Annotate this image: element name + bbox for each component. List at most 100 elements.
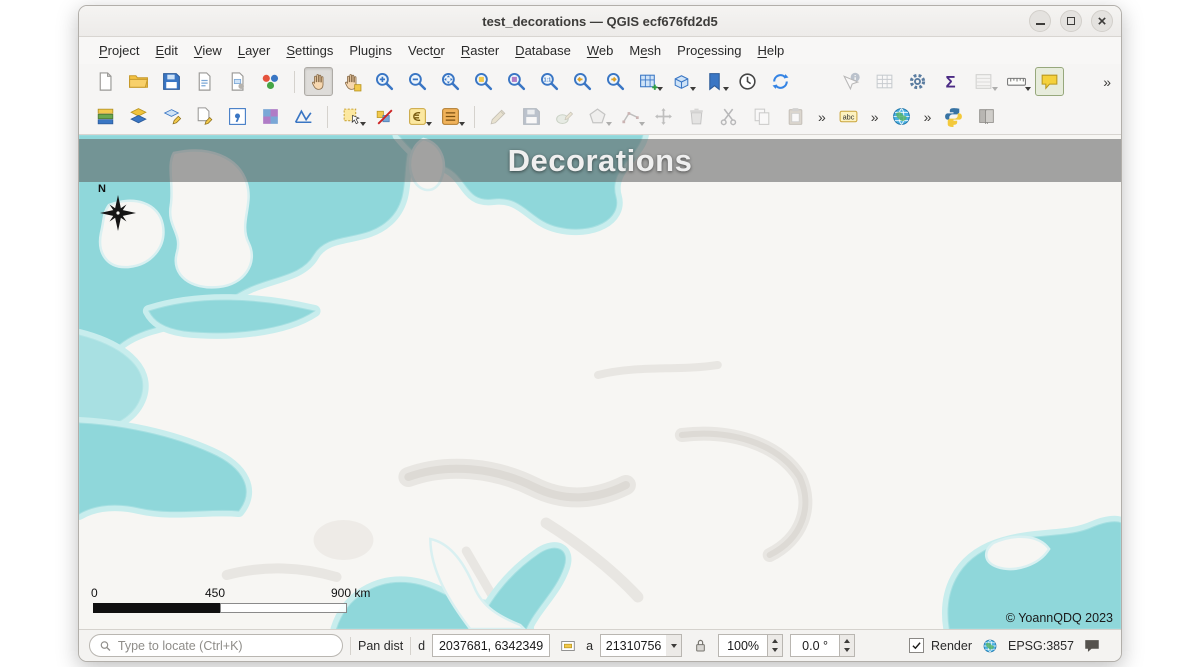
- select-features-button[interactable]: [337, 102, 366, 131]
- digitizing-overflow-button[interactable]: »: [814, 109, 830, 125]
- scale-lock-button[interactable]: [689, 635, 711, 657]
- locator-search[interactable]: [89, 634, 343, 657]
- save-edits-button[interactable]: [517, 102, 546, 131]
- menu-processing[interactable]: Processing: [669, 39, 749, 62]
- maximize-button[interactable]: [1060, 10, 1082, 32]
- menu-mesh[interactable]: Mesh: [621, 39, 669, 62]
- add-polygon-button[interactable]: [583, 102, 612, 131]
- menu-web[interactable]: Web: [579, 39, 622, 62]
- crs-status-button[interactable]: [979, 635, 1001, 657]
- zoom-out-button[interactable]: [403, 67, 432, 96]
- paste-features-button[interactable]: [781, 102, 810, 131]
- svg-text:abc: abc: [842, 112, 854, 121]
- menu-raster[interactable]: Raster: [453, 39, 507, 62]
- locator-input[interactable]: [118, 639, 333, 653]
- rotation-input[interactable]: [790, 634, 840, 657]
- labeling-overflow-button[interactable]: »: [867, 109, 883, 125]
- close-button[interactable]: ×: [1091, 10, 1113, 32]
- map-tips-button[interactable]: [1035, 67, 1064, 96]
- layout-manager-button[interactable]: [223, 67, 252, 96]
- coordinate-input[interactable]: [432, 634, 550, 657]
- zoom-in-button[interactable]: [370, 67, 399, 96]
- magnifier-input[interactable]: [718, 634, 768, 657]
- render-checkbox[interactable]: [909, 638, 924, 653]
- select-by-expression-button[interactable]: [403, 102, 432, 131]
- zoom-next-button[interactable]: [601, 67, 630, 96]
- menu-project[interactable]: Project: [91, 39, 147, 62]
- zoom-to-layer-button[interactable]: [502, 67, 531, 96]
- add-raster-layer-button[interactable]: [256, 102, 285, 131]
- menu-help[interactable]: Help: [749, 39, 792, 62]
- zoom-native-button[interactable]: 1:1: [535, 67, 564, 96]
- attribute-table-button[interactable]: [870, 67, 899, 96]
- identify-features-button[interactable]: [837, 67, 866, 96]
- zoom-last-button[interactable]: [568, 67, 597, 96]
- pan-map-button[interactable]: [304, 67, 333, 96]
- title-decoration-banner: Decorations: [79, 139, 1121, 182]
- style-manager-button[interactable]: [256, 67, 285, 96]
- rotation-spin-buttons[interactable]: [840, 634, 855, 657]
- delete-selected-button[interactable]: [682, 102, 711, 131]
- toggle-editing-button[interactable]: [484, 102, 513, 131]
- scale-label-900: 900 km: [331, 586, 370, 600]
- open-project-button[interactable]: [124, 67, 153, 96]
- new-geopackage-layer-button[interactable]: [157, 102, 186, 131]
- rotation-spinbox[interactable]: [790, 634, 855, 657]
- pan-to-selection-button[interactable]: [337, 67, 366, 96]
- menu-vector[interactable]: Vector: [400, 39, 453, 62]
- titlebar[interactable]: test_decorations — QGIS ecf676fd2d5 ×: [79, 6, 1121, 37]
- move-feature-button[interactable]: [649, 102, 678, 131]
- menu-layer[interactable]: Layer: [230, 39, 279, 62]
- copy-features-button[interactable]: [748, 102, 777, 131]
- add-feature-button[interactable]: [550, 102, 579, 131]
- add-delimited-text-button[interactable]: [223, 102, 252, 131]
- new-shapefile-layer-button[interactable]: [190, 102, 219, 131]
- toolbar-overflow-button[interactable]: »: [1099, 74, 1115, 90]
- new-project-button[interactable]: [91, 67, 120, 96]
- scale-dropdown-button[interactable]: [666, 634, 682, 657]
- minimize-button[interactable]: [1029, 10, 1051, 32]
- spin-up-icon[interactable]: [768, 635, 782, 646]
- refresh-map-button[interactable]: [766, 67, 795, 96]
- save-project-button[interactable]: [157, 67, 186, 96]
- magnifier-spinbox[interactable]: [718, 634, 783, 657]
- scale-input[interactable]: [600, 634, 666, 657]
- new-map-view-button[interactable]: [634, 67, 663, 96]
- help-contents-button[interactable]: [972, 102, 1001, 131]
- spin-down-icon[interactable]: [768, 646, 782, 657]
- deselect-features-button[interactable]: [370, 102, 399, 131]
- scale-label-0: 0: [91, 586, 98, 600]
- new-print-layout-button[interactable]: [190, 67, 219, 96]
- menu-view[interactable]: View: [186, 39, 230, 62]
- messages-button[interactable]: [1081, 635, 1103, 657]
- magnifier-spin-buttons[interactable]: [768, 634, 783, 657]
- options-button[interactable]: [903, 67, 932, 96]
- web-overflow-button[interactable]: »: [920, 109, 936, 125]
- metasearch-button[interactable]: [887, 102, 916, 131]
- add-mesh-layer-button[interactable]: [289, 102, 318, 131]
- python-console-button[interactable]: [939, 102, 968, 131]
- labeling-button[interactable]: abc: [834, 102, 863, 131]
- data-defined-panel-button[interactable]: [969, 67, 998, 96]
- cut-features-button[interactable]: [715, 102, 744, 131]
- menu-edit[interactable]: Edit: [147, 39, 185, 62]
- menu-plugins[interactable]: Plugins: [341, 39, 400, 62]
- measure-button[interactable]: [1002, 67, 1031, 96]
- add-vector-layer-button[interactable]: [124, 102, 153, 131]
- menu-database[interactable]: Database: [507, 39, 579, 62]
- spin-up-icon[interactable]: [840, 635, 854, 646]
- temporal-controller-button[interactable]: [733, 67, 762, 96]
- vertex-tool-button[interactable]: [616, 102, 645, 131]
- zoom-full-button[interactable]: [436, 67, 465, 96]
- scale-combo[interactable]: [600, 634, 682, 657]
- field-calculator-button[interactable]: [436, 102, 465, 131]
- spin-down-icon[interactable]: [840, 646, 854, 657]
- statistical-summary-button[interactable]: Σ: [936, 67, 965, 96]
- data-source-manager-button[interactable]: [91, 102, 120, 131]
- menu-settings[interactable]: Settings: [278, 39, 341, 62]
- spatial-bookmarks-button[interactable]: [700, 67, 729, 96]
- extents-toggle-button[interactable]: [557, 635, 579, 657]
- new-3d-map-view-button[interactable]: [667, 67, 696, 96]
- map-canvas[interactable]: Decorations N 0 450 900 km: [79, 135, 1121, 629]
- zoom-to-selection-button[interactable]: [469, 67, 498, 96]
